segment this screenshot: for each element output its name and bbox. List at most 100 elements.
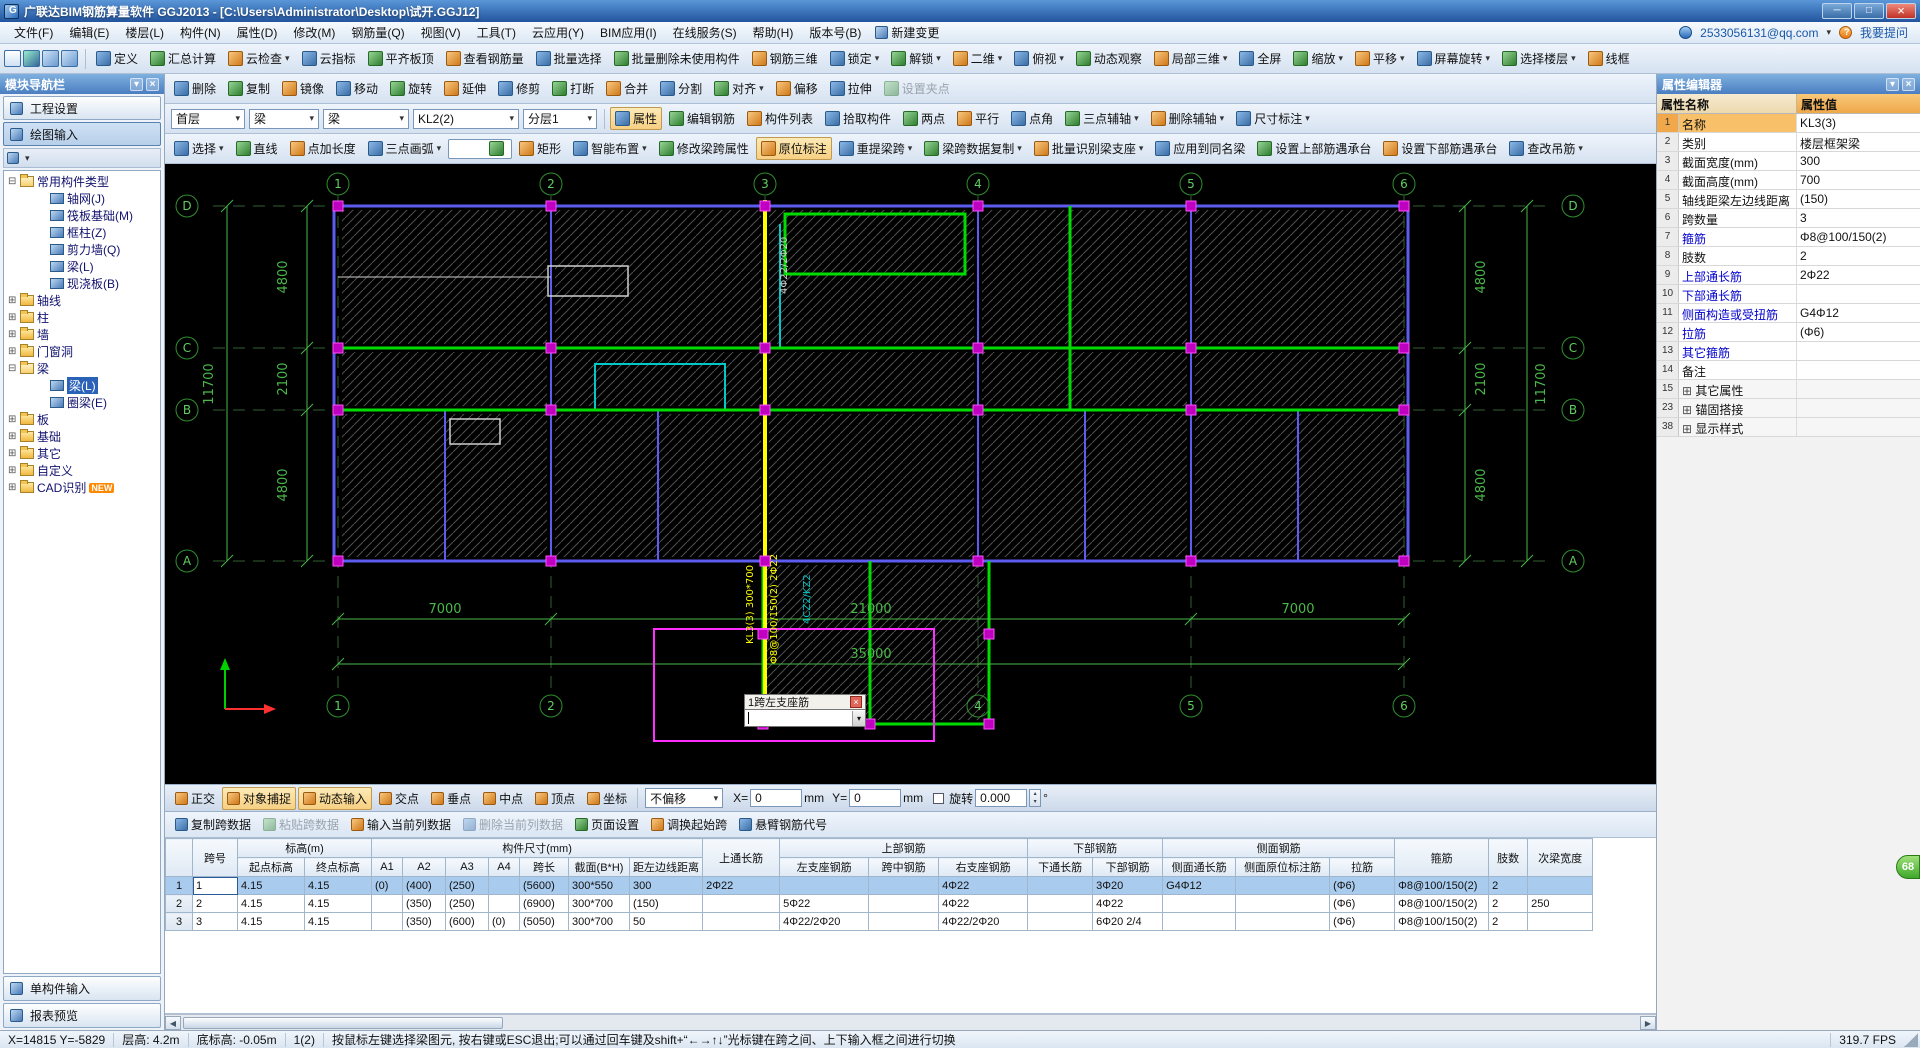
snap-toggle-button[interactable]: 顶点 — [530, 787, 580, 810]
toolbar-button[interactable]: 构件列表 — [742, 107, 818, 130]
toolbar-button[interactable]: 查改吊筋 — [1504, 137, 1588, 160]
toolbar-button[interactable]: 三点画弧 — [363, 137, 447, 160]
toolbar-button[interactable]: 全屏 — [1234, 47, 1286, 70]
property-row[interactable]: 7 箍筋 Φ8@100/150(2) — [1657, 228, 1920, 247]
menu-item[interactable]: BIM应用(I) — [592, 22, 665, 43]
toolbar-button[interactable]: 点角 — [1006, 107, 1058, 130]
property-value[interactable] — [1797, 380, 1920, 398]
toolbar-button[interactable]: 三点辅轴 — [1060, 107, 1144, 130]
property-row[interactable]: 15 其它属性 — [1657, 380, 1920, 399]
property-row[interactable]: 13 其它箍筋 — [1657, 342, 1920, 361]
expand-icon[interactable] — [8, 414, 19, 425]
dropdown-select[interactable]: 梁 — [249, 108, 319, 129]
table-row[interactable]: 2 2 4.15 4.15 (350) (250) (6900) 300*700… — [165, 894, 1594, 913]
toolbar-button[interactable]: 粘贴跨数据 — [258, 813, 344, 836]
toolbar-button[interactable]: 批量选择 — [531, 47, 607, 70]
chevron-down-icon[interactable] — [25, 153, 30, 164]
toolbar-button[interactable]: 删除 — [169, 77, 221, 100]
rotate-checkbox[interactable] — [933, 792, 945, 804]
toolbar-button[interactable]: 选择楼层 — [1497, 47, 1581, 70]
toolbar-button[interactable]: 删除当前列数据 — [458, 813, 568, 836]
toolbar-button[interactable]: 查看钢筋量 — [441, 47, 529, 70]
tree-item[interactable]: 常用构件类型 — [4, 173, 160, 190]
tree-item[interactable]: 轴网(J) — [4, 190, 160, 207]
property-value[interactable]: G4Φ12 — [1797, 304, 1920, 322]
expand-icon[interactable] — [8, 465, 19, 476]
x-input[interactable]: 0 — [750, 789, 803, 807]
spinner-control[interactable]: ▴ ▾ — [1029, 789, 1042, 807]
snap-toggle-button[interactable]: 垂点 — [426, 787, 476, 810]
expand-icon[interactable] — [8, 482, 19, 493]
expand-icon[interactable] — [8, 176, 19, 187]
span-input-popup-title[interactable]: 1跨左支座筋 — [744, 694, 866, 710]
toolbar-button[interactable]: 选择 — [169, 137, 229, 160]
report-preview-button[interactable]: 报表预览 — [3, 1003, 161, 1028]
expand-icon[interactable] — [8, 363, 19, 374]
toolbar-button[interactable]: 平齐板顶 — [363, 47, 439, 70]
dropdown-select[interactable]: 梁 — [323, 108, 409, 129]
expand-icon[interactable] — [8, 448, 19, 459]
tree-item[interactable]: 筏板基础(M) — [4, 207, 160, 224]
scroll-left-icon[interactable] — [165, 1015, 181, 1030]
toolbar-button[interactable]: 原位标注 — [755, 137, 832, 160]
toolbar-button[interactable]: 局部三维 — [1149, 47, 1233, 70]
toolbar-button[interactable]: 批量识别梁支座 — [1029, 137, 1149, 160]
resize-grip[interactable] — [1904, 1032, 1918, 1047]
toolbar-button[interactable]: 属性 — [610, 107, 663, 130]
menu-item[interactable]: 云应用(Y) — [524, 22, 592, 43]
snap-toggle-button[interactable]: 动态输入 — [298, 786, 373, 810]
file-tool-icon[interactable] — [23, 50, 40, 67]
tree-item[interactable]: 柱 — [4, 309, 160, 326]
property-value[interactable]: 2Φ22 — [1797, 266, 1920, 284]
drawing-input-button[interactable]: 绘图输入 — [3, 122, 161, 146]
menu-item[interactable]: 文件(F) — [6, 22, 61, 43]
horizontal-scrollbar[interactable] — [165, 1014, 1656, 1030]
dropdown-select[interactable]: 分层1 — [523, 108, 597, 129]
property-row[interactable]: 1 名称 KL3(3) — [1657, 114, 1920, 133]
dropdown-select[interactable]: KL2(2) — [413, 108, 519, 129]
close-icon[interactable] — [850, 696, 862, 708]
toolbar-button[interactable]: 云指标 — [297, 47, 361, 70]
expand-icon[interactable] — [8, 312, 19, 323]
toolbar-button[interactable]: 移动 — [331, 77, 383, 100]
tree-item[interactable]: CAD识别 NEW — [4, 479, 160, 496]
toolbar-button[interactable]: 输入当前列数据 — [346, 813, 456, 836]
table-row[interactable]: 1 1 4.15 4.15 (0) (400) (250) (5600) 300… — [165, 876, 1594, 895]
property-row[interactable]: 12 拉筋 (Φ6) — [1657, 323, 1920, 342]
pin-icon[interactable] — [130, 77, 143, 91]
close-icon[interactable] — [1902, 77, 1915, 91]
toolbar-button[interactable]: 动态观察 — [1071, 47, 1147, 70]
tree-item[interactable]: 圈梁(E) — [4, 394, 160, 411]
menu-item[interactable]: 构件(N) — [172, 22, 229, 43]
menu-item[interactable]: 属性(D) — [229, 22, 286, 43]
toolbar-button[interactable]: 删除辅轴 — [1146, 107, 1230, 130]
property-value[interactable]: 700 — [1797, 171, 1920, 189]
tree-item[interactable]: 门窗洞 — [4, 343, 160, 360]
scrollbar-thumb[interactable] — [183, 1016, 503, 1029]
menu-item[interactable]: 工具(T) — [469, 22, 524, 43]
toolbar-button[interactable]: 分割 — [655, 77, 707, 100]
toolbar-button[interactable]: 二维 — [948, 47, 1008, 70]
menu-item[interactable]: 视图(V) — [413, 22, 469, 43]
toolbar-button[interactable]: 智能布置 — [568, 137, 652, 160]
dropdown-select[interactable]: 首层 — [171, 108, 245, 129]
property-value[interactable] — [1797, 361, 1920, 379]
expand-icon[interactable] — [8, 295, 19, 306]
toolbar-button[interactable]: 复制跨数据 — [170, 813, 256, 836]
chevron-down-icon[interactable] — [852, 710, 865, 726]
toolbar-button[interactable]: 点加长度 — [285, 137, 361, 160]
toolbar-button[interactable]: 俯视 — [1009, 47, 1069, 70]
close-icon[interactable] — [146, 77, 159, 91]
menu-item[interactable]: 版本号(B) — [801, 22, 869, 43]
toolbar-button[interactable]: 悬臂钢筋代号 — [734, 813, 832, 836]
tree-item[interactable]: 基础 — [4, 428, 160, 445]
property-row[interactable]: 8 肢数 2 — [1657, 247, 1920, 266]
rotate-input[interactable]: 0.000 — [975, 789, 1028, 807]
toolbar-button[interactable]: 屏幕旋转 — [1412, 47, 1496, 70]
toolbar-button[interactable]: 页面设置 — [570, 813, 644, 836]
toolbar-button[interactable]: 汇总计算 — [145, 47, 221, 70]
tree-item[interactable]: 自定义 — [4, 462, 160, 479]
account-label[interactable]: 2533056131@qq.com — [1700, 26, 1818, 40]
property-value[interactable]: 楼层框架梁 — [1797, 133, 1920, 151]
drawing-canvas[interactable]: 7000 21000 7000 35000 4800 2100 4800 117… — [165, 164, 1656, 784]
